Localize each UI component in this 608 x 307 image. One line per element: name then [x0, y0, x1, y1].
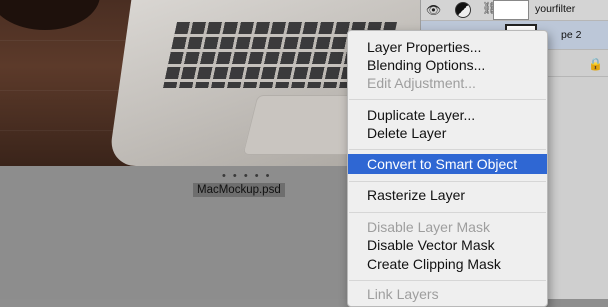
- layer-name[interactable]: yourfilter: [535, 3, 575, 15]
- menu-item-duplicate-layer[interactable]: Duplicate Layer...: [348, 105, 547, 125]
- layer-mask-thumbnail[interactable]: [493, 0, 529, 20]
- menu-separator: [349, 212, 546, 213]
- menu-separator: [349, 99, 546, 100]
- menu-item-create-clipping-mask[interactable]: Create Clipping Mask: [348, 254, 547, 274]
- menu-separator: [349, 280, 546, 281]
- resize-dots[interactable]: • • • • •: [222, 170, 271, 182]
- document-filename: MacMockup.psd: [193, 183, 285, 197]
- menu-item-blending-options[interactable]: Blending Options...: [348, 55, 547, 75]
- layer-name[interactable]: pe 2: [561, 29, 581, 41]
- menu-item-disable-layer-mask: Disable Layer Mask: [367, 219, 490, 235]
- menu-item-layer-properties[interactable]: Layer Properties...: [348, 37, 547, 57]
- adjustment-layer-icon: [455, 2, 471, 18]
- menu-item-edit-adjustment: Edit Adjustment...: [367, 75, 476, 91]
- menu-item-convert-to-smart-object[interactable]: Convert to Smart Object: [348, 154, 547, 174]
- menu-item-link-layers: Link Layers: [367, 286, 439, 302]
- menu-separator: [349, 149, 546, 150]
- menu-item-delete-layer[interactable]: Delete Layer: [348, 123, 547, 143]
- menu-separator: [349, 181, 546, 182]
- lock-icon: 🔒: [588, 57, 603, 71]
- layer-context-menu: Layer Properties... Blending Options... …: [347, 30, 548, 307]
- coffee-mug-image: [0, 0, 100, 30]
- eye-icon[interactable]: 👁: [426, 3, 441, 17]
- menu-item-disable-vector-mask[interactable]: Disable Vector Mask: [348, 235, 547, 255]
- layer-row[interactable]: 👁 ⛓ yourfilter: [421, 0, 608, 21]
- menu-item-rasterize-layer[interactable]: Rasterize Layer: [348, 185, 547, 205]
